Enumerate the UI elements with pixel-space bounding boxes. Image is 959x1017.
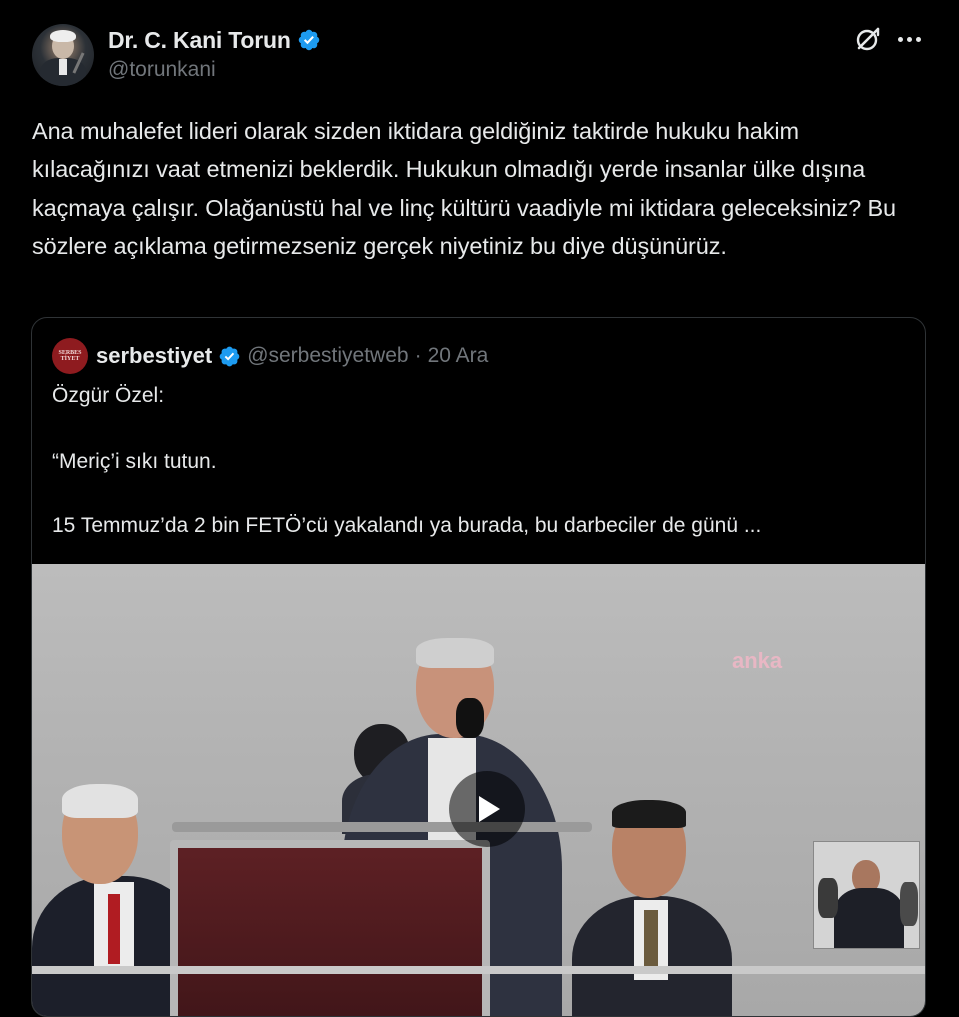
quoted-text-line: Özgür Özel: [52, 384, 165, 407]
video-player[interactable]: anka [32, 564, 925, 1016]
quoted-separator: · [414, 344, 422, 367]
quoted-date[interactable]: 20 Ara [428, 344, 489, 368]
tweet-text: Ana muhalefet lideri olarak sizden iktid… [32, 118, 897, 259]
video-front-rail [32, 966, 925, 974]
tweet: Dr. C. Kani Torun @torunkani Ana muhalef… [0, 0, 959, 1017]
author-handle[interactable]: @torunkani [108, 58, 216, 82]
quoted-text-line: 15 Temmuz’da 2 bin FETÖ’cü yakalandı ya … [52, 514, 762, 537]
quoted-header: serbestiyet @serbestiyetweb · 20 Ara [96, 342, 488, 370]
author-display-name[interactable]: Dr. C. Kani Torun [108, 27, 291, 54]
author-avatar[interactable] [32, 24, 94, 86]
quoted-text-line: “Meriç’i sıkı tutun. [52, 450, 217, 473]
video-podium [170, 840, 490, 1016]
sign-language-inset [813, 841, 920, 949]
play-button[interactable] [449, 771, 525, 847]
quoted-display-name[interactable]: serbestiyet [96, 343, 212, 369]
play-icon [479, 796, 500, 822]
quoted-handle[interactable]: @serbestiyetweb [247, 344, 408, 368]
video-railing [172, 822, 592, 832]
quoted-avatar-logo-text: SERBESTİYET [58, 350, 82, 362]
quoted-avatar[interactable]: SERBESTİYET [52, 338, 88, 374]
quoted-tweet[interactable]: SERBESTİYET serbestiyet @serbestiyetweb … [31, 317, 926, 1017]
grok-icon[interactable] [855, 26, 881, 52]
more-options-icon[interactable] [898, 34, 924, 44]
verified-badge-icon[interactable] [297, 28, 321, 52]
video-watermark: anka [732, 648, 783, 673]
verified-badge-icon[interactable] [218, 345, 241, 368]
author-name-row: Dr. C. Kani Torun [108, 26, 321, 54]
